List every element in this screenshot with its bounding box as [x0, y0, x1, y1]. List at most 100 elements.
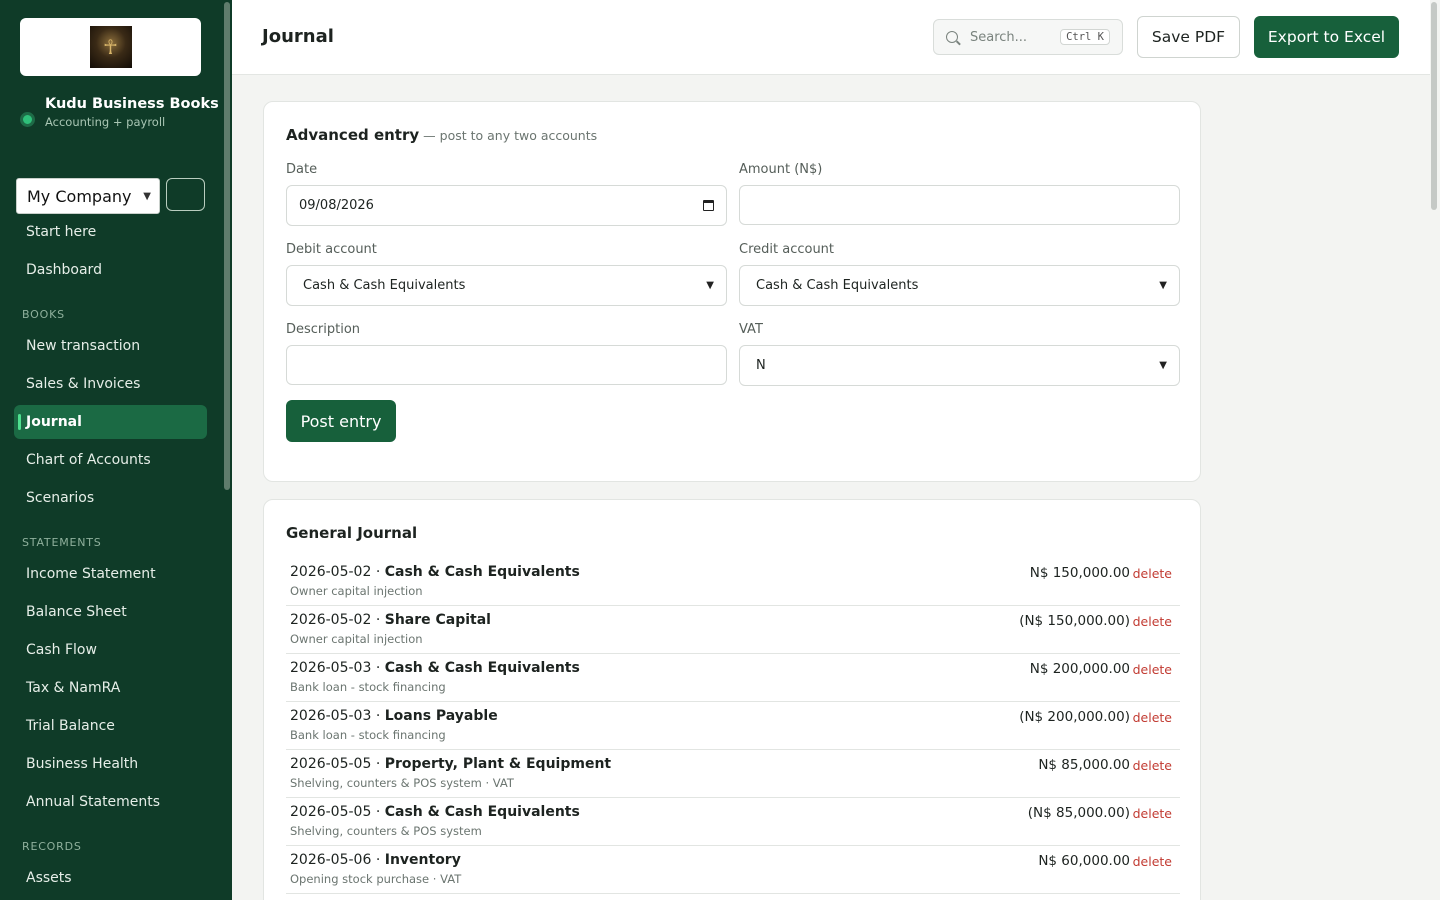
journal-row-description: Bank loan - stock financing: [290, 680, 446, 694]
separator: ·: [371, 564, 385, 580]
journal-row-account: Cash & Cash Equivalents: [384, 804, 580, 820]
post-entry-button[interactable]: Post entry: [286, 400, 396, 442]
journal-row-heading: 2026-05-05 · Cash & Cash Equivalents: [290, 804, 580, 820]
sidebar-item-label: Income Statement: [26, 566, 156, 582]
sidebar-item-trial-balance[interactable]: Trial Balance: [14, 709, 207, 743]
sidebar-item-label: Dashboard: [26, 262, 102, 278]
journal-row-date: 2026-05-05: [290, 804, 372, 820]
date-label: Date: [286, 162, 318, 177]
journal-row-description: Owner capital injection: [290, 632, 423, 646]
debit-label: Debit account: [286, 242, 377, 257]
separator: ·: [371, 708, 385, 724]
vat-field-group: VAT N ▼: [739, 322, 1180, 386]
sidebar-item-label: Business Health: [26, 756, 139, 772]
description-label: Description: [286, 322, 361, 337]
journal-row-heading: 2026-05-03 · Cash & Cash Equivalents: [290, 660, 580, 676]
sidebar-item-business-health[interactable]: Business Health: [14, 747, 207, 781]
credit-value: Cash & Cash Equivalents: [756, 278, 919, 293]
separator: ·: [371, 612, 385, 628]
delete-link[interactable]: delete: [1133, 662, 1172, 677]
separator: ·: [371, 852, 385, 868]
amount-input[interactable]: [739, 185, 1180, 225]
brand-subtitle: Accounting + payroll: [45, 115, 166, 129]
journal-row-account: Inventory: [384, 852, 461, 868]
date-input[interactable]: 09/08/2026: [286, 185, 727, 226]
sidebar-item-label: Sales & Invoices: [26, 376, 141, 392]
sidebar-item-label: New transaction: [26, 338, 141, 354]
journal-row-description: Owner capital injection: [290, 584, 423, 598]
sidebar-scrollbar[interactable]: [224, 2, 230, 490]
delete-link[interactable]: delete: [1133, 758, 1172, 773]
journal-row-account: Loans Payable: [384, 708, 498, 724]
sidebar-item-scenarios[interactable]: Scenarios: [14, 481, 207, 515]
journal-row-date: 2026-05-05: [290, 756, 372, 772]
journal-row: 2026-05-03 · Cash & Cash Equivalents Bank…: [286, 654, 1180, 702]
journal-row-amount: N$ 60,000.00: [1038, 853, 1130, 869]
journal-row: 2026-05-02 · Share Capital Owner capital …: [286, 606, 1180, 654]
debit-account-select[interactable]: Cash & Cash Equivalents ▼: [286, 265, 727, 306]
chevron-down-icon: ▼: [706, 280, 714, 291]
sidebar-item-label: Annual Statements: [26, 794, 161, 810]
journal-row-date: 2026-05-03: [290, 708, 372, 724]
entry-title-text: Advanced entry: [286, 126, 420, 144]
description-field-group: Description: [286, 322, 727, 385]
journal-row: 2026-05-06 · Inventory Opening stock purc…: [286, 846, 1180, 894]
delete-link[interactable]: delete: [1133, 710, 1172, 725]
sidebar-item-label: Journal: [26, 414, 82, 430]
credit-label: Credit account: [739, 242, 835, 257]
journal-row-account: Cash & Cash Equivalents: [384, 660, 580, 676]
journal-row-date: 2026-05-03: [290, 660, 372, 676]
sidebar-item-tax-namra[interactable]: Tax & NamRA: [14, 671, 207, 705]
calendar-icon[interactable]: [703, 200, 714, 211]
sidebar-item-sales-invoices[interactable]: Sales & Invoices: [14, 367, 207, 401]
sidebar-item-cash-flow[interactable]: Cash Flow: [14, 633, 207, 667]
sidebar-item-label: Trial Balance: [26, 718, 115, 734]
journal-row-heading: 2026-05-06 · Inventory: [290, 852, 461, 868]
chevron-down-icon: ▼: [1159, 280, 1167, 291]
amount-label: Amount (N$): [739, 162, 823, 177]
sidebar-item-income-statement[interactable]: Income Statement: [14, 557, 207, 591]
sidebar-item-annual-statements[interactable]: Annual Statements: [14, 785, 207, 819]
sidebar-item-dashboard[interactable]: Dashboard: [14, 253, 207, 287]
separator: ·: [371, 756, 385, 772]
sidebar-item-label: Start here: [26, 224, 97, 240]
sidebar-item-chart-of-accounts[interactable]: Chart of Accounts: [14, 443, 207, 477]
journal-row-date: 2026-05-02: [290, 564, 372, 580]
main-scroll-track: [1430, 0, 1440, 900]
brand: Kudu Business Books Accounting + payroll: [20, 94, 220, 129]
vat-value: N: [756, 358, 766, 373]
main-scrollbar[interactable]: [1431, 2, 1437, 210]
date-field-group: Date 09/08/2026: [286, 162, 727, 226]
journal-row-heading: 2026-05-03 · Loans Payable: [290, 708, 498, 724]
export-excel-button[interactable]: Export to Excel: [1254, 16, 1399, 58]
delete-link[interactable]: delete: [1133, 806, 1172, 821]
journal-row-amount: (N$ 85,000.00): [1027, 805, 1130, 821]
sidebar-item-start-here[interactable]: Start here: [14, 215, 207, 249]
journal-row: 2026-05-05 · Property, Plant & Equipment…: [286, 750, 1180, 798]
search-placeholder: Search...: [970, 29, 1028, 45]
date-value: 09/08/2026: [299, 198, 374, 213]
sidebar-item-journal[interactable]: Journal: [14, 405, 207, 439]
brand-name: Kudu Business Books: [45, 96, 219, 112]
sidebar-item-assets[interactable]: Assets: [14, 861, 207, 895]
chevron-down-icon: ▼: [143, 190, 151, 202]
vat-select[interactable]: N ▼: [739, 345, 1180, 386]
journal-row-heading: 2026-05-02 · Share Capital: [290, 612, 491, 628]
journal-row-date: 2026-05-06: [290, 852, 372, 868]
credit-account-select[interactable]: Cash & Cash Equivalents ▼: [739, 265, 1180, 306]
sidebar-section-heading: STATEMENTS: [22, 536, 102, 549]
company-select[interactable]: My Company ▼: [16, 178, 160, 214]
chevron-down-icon: ▼: [1159, 360, 1167, 371]
description-input[interactable]: [286, 345, 727, 385]
debit-field-group: Debit account Cash & Cash Equivalents ▼: [286, 242, 727, 306]
company-action-button[interactable]: [166, 178, 205, 211]
save-pdf-button[interactable]: Save PDF: [1137, 16, 1240, 58]
search-input[interactable]: Search... Ctrl K: [933, 19, 1123, 55]
delete-link[interactable]: delete: [1133, 566, 1172, 581]
sidebar-item-new-transaction[interactable]: New transaction: [14, 329, 207, 363]
delete-link[interactable]: delete: [1133, 614, 1172, 629]
separator: ·: [371, 660, 385, 676]
sidebar-item-balance-sheet[interactable]: Balance Sheet: [14, 595, 207, 629]
journal-row-heading: 2026-05-05 · Property, Plant & Equipment: [290, 756, 611, 772]
delete-link[interactable]: delete: [1133, 854, 1172, 869]
